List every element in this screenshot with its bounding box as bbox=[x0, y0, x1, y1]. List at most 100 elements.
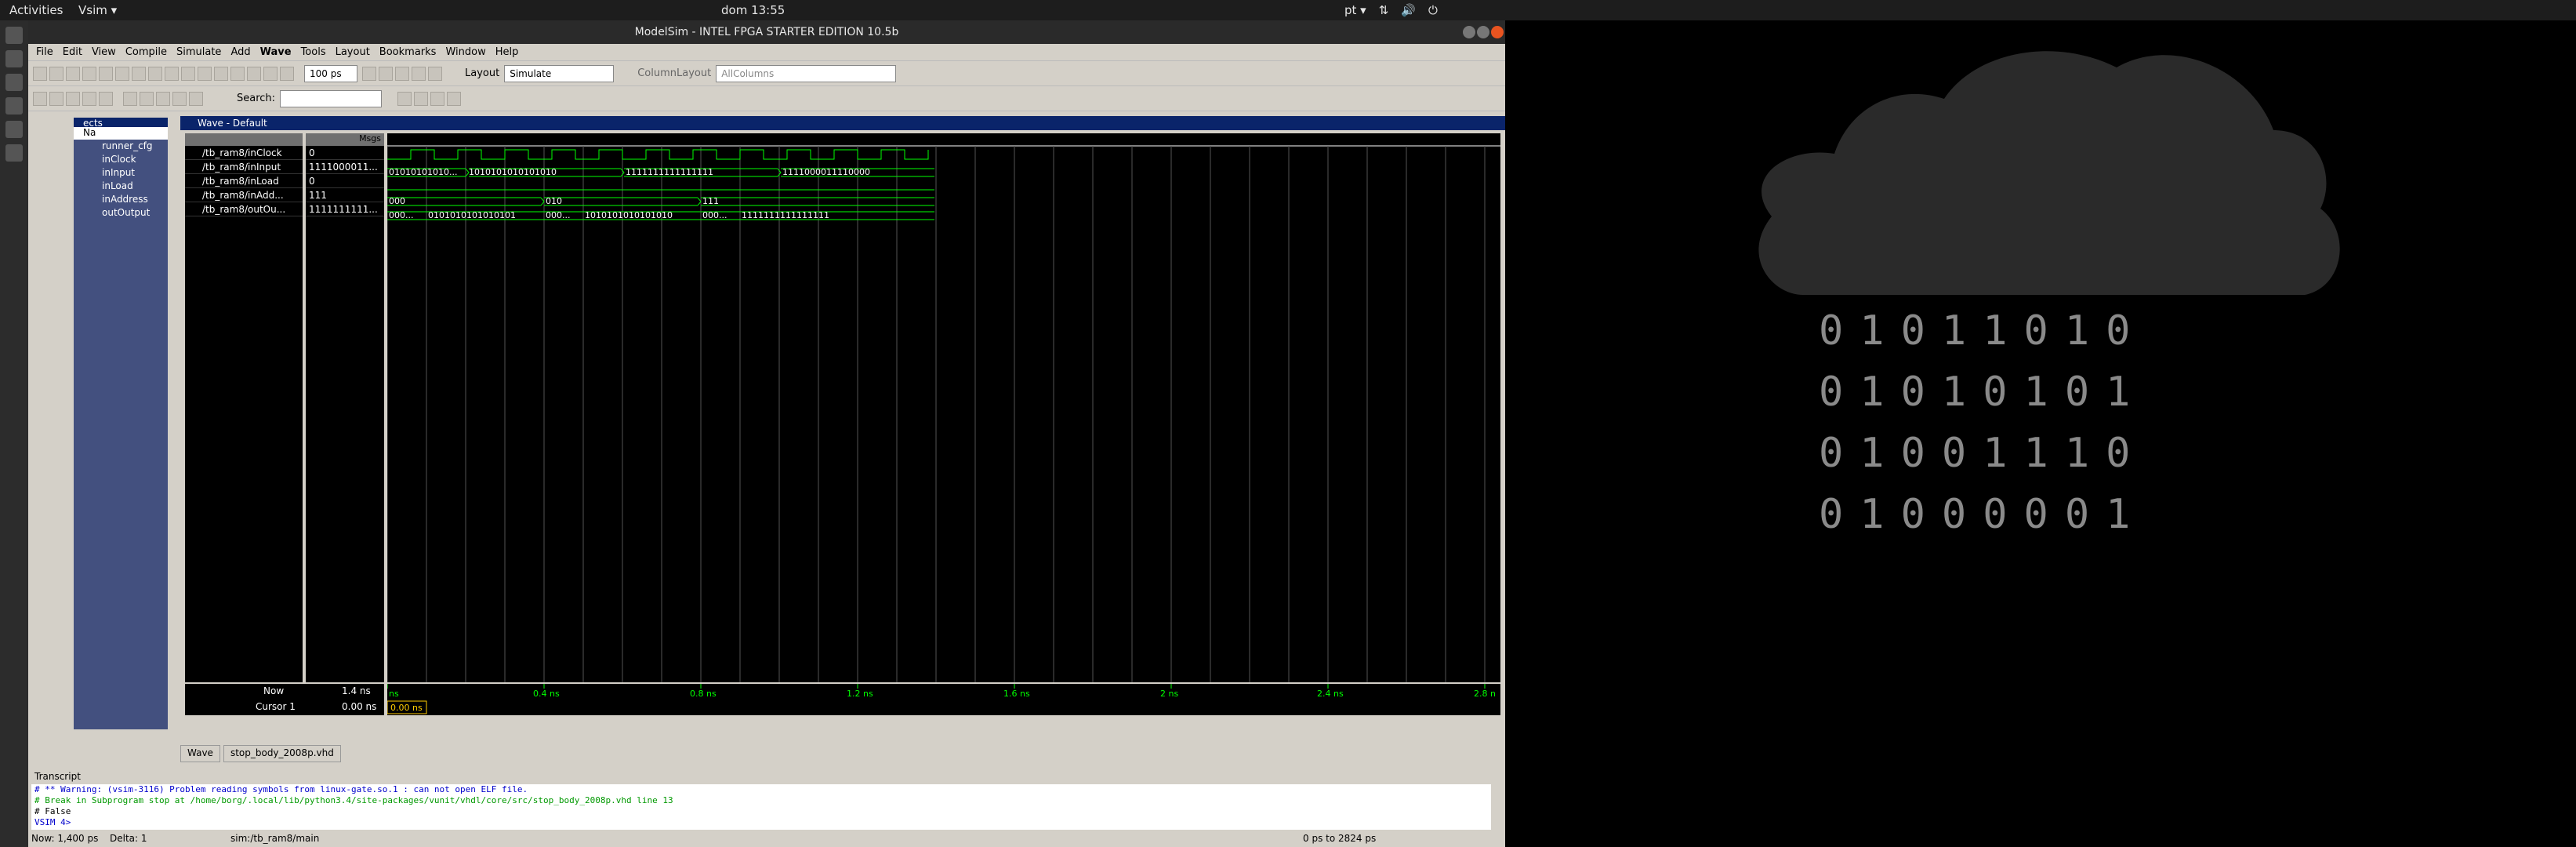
menu-layout[interactable]: Layout bbox=[331, 44, 375, 60]
maximize-icon[interactable] bbox=[1477, 26, 1489, 38]
activities-button[interactable]: Activities bbox=[9, 3, 63, 17]
menu-help[interactable]: Help bbox=[491, 44, 524, 60]
signal-name[interactable]: /tb_ram8/inInput bbox=[185, 160, 303, 174]
list-item[interactable]: inLoad bbox=[74, 180, 168, 193]
signal-value: 111 bbox=[306, 188, 384, 202]
stop-icon[interactable] bbox=[428, 66, 442, 81]
save-icon[interactable] bbox=[66, 66, 80, 81]
msgs-header: Msgs bbox=[306, 133, 384, 146]
binary-row: 01001110 bbox=[1819, 430, 2147, 477]
layout-label: Layout bbox=[465, 67, 500, 79]
copy-icon[interactable] bbox=[132, 66, 146, 81]
chrome-icon[interactable] bbox=[5, 50, 23, 67]
menu-wave[interactable]: Wave bbox=[256, 44, 296, 60]
zoom-mode-icon[interactable] bbox=[140, 91, 154, 106]
wave-tool-icon[interactable] bbox=[82, 91, 96, 106]
tab-wave[interactable]: Wave bbox=[180, 745, 220, 762]
run-all-icon[interactable] bbox=[362, 66, 376, 81]
menu-file[interactable]: File bbox=[31, 44, 58, 60]
step-icon[interactable] bbox=[379, 66, 393, 81]
run-length-field[interactable]: 100 ps bbox=[304, 64, 357, 82]
list-item[interactable]: inAddress bbox=[74, 193, 168, 206]
wave-tool-icon[interactable] bbox=[66, 91, 80, 106]
reload-icon[interactable] bbox=[82, 66, 96, 81]
undo-icon[interactable] bbox=[165, 66, 179, 81]
objects-col-header[interactable]: Na bbox=[74, 127, 168, 140]
ruler-svg: ns 0.4 ns 0.8 ns 1.2 ns 1.6 ns 2 ns 2.4 ns 2.8 … bbox=[386, 684, 1496, 714]
inclock-trace bbox=[387, 149, 929, 160]
status-now: Now: 1,400 ps bbox=[31, 833, 99, 844]
search-input[interactable] bbox=[280, 89, 383, 107]
wave-tool-icon[interactable] bbox=[99, 91, 113, 106]
run-icon[interactable] bbox=[263, 66, 278, 81]
redo-icon[interactable] bbox=[181, 66, 195, 81]
minimize-icon[interactable] bbox=[1463, 26, 1475, 38]
transcript-prompt[interactable]: VSIM 4> bbox=[34, 817, 1491, 828]
columnlayout-select[interactable]: AllColumns bbox=[716, 64, 897, 82]
menu-add[interactable]: Add bbox=[226, 44, 255, 60]
list-item[interactable]: outOutput bbox=[74, 206, 168, 220]
zoom-out-icon[interactable] bbox=[414, 91, 429, 106]
layout-select[interactable]: Simulate bbox=[504, 64, 615, 82]
compile-icon[interactable] bbox=[214, 66, 228, 81]
signal-name[interactable]: /tb_ram8/inClock bbox=[185, 146, 303, 160]
cursor-label[interactable]: Cursor 1 bbox=[256, 701, 296, 712]
step-over-icon[interactable] bbox=[395, 66, 409, 81]
zoom-cursor-icon[interactable] bbox=[447, 91, 462, 106]
menu-simulate[interactable]: Simulate bbox=[172, 44, 226, 60]
edge-prev-icon[interactable] bbox=[172, 91, 187, 106]
signal-value: 1111111111... bbox=[306, 202, 384, 216]
close-icon[interactable] bbox=[1491, 26, 1504, 38]
open-icon[interactable] bbox=[49, 66, 63, 81]
signal-name[interactable]: /tb_ram8/inAdd... bbox=[185, 188, 303, 202]
status-bar: Now: 1,400 ps Delta: 1 sim:/tb_ram8/main… bbox=[28, 830, 1505, 847]
new-icon[interactable] bbox=[33, 66, 47, 81]
menu-edit[interactable]: Edit bbox=[58, 44, 87, 60]
menu-tools[interactable]: Tools bbox=[296, 44, 331, 60]
language-indicator[interactable]: pt ▾ bbox=[1344, 3, 1366, 17]
list-item[interactable]: runner_cfg bbox=[74, 140, 168, 153]
compile-all-icon[interactable] bbox=[230, 66, 245, 81]
zoom-in-icon[interactable] bbox=[397, 91, 412, 106]
restart-icon[interactable] bbox=[247, 66, 261, 81]
find-icon[interactable] bbox=[198, 66, 212, 81]
ininput-label: 1111111111111111 bbox=[626, 167, 713, 177]
files-icon[interactable] bbox=[5, 27, 23, 44]
menu-view[interactable]: View bbox=[87, 44, 121, 60]
inaddress-label: 000 bbox=[389, 196, 405, 206]
zoom-full-icon[interactable] bbox=[430, 91, 445, 106]
wave-tool-icon[interactable] bbox=[49, 91, 63, 106]
wave-tool-icon[interactable] bbox=[33, 91, 47, 106]
print-icon[interactable] bbox=[99, 66, 113, 81]
signal-name[interactable]: /tb_ram8/outOu... bbox=[185, 202, 303, 216]
objects-pane: ects Na runner_cfg inClock inInput inLoa… bbox=[28, 116, 172, 743]
select-mode-icon[interactable] bbox=[123, 91, 137, 106]
wave-title: Wave - Default bbox=[180, 116, 1505, 130]
menu-compile[interactable]: Compile bbox=[121, 44, 172, 60]
break-icon[interactable] bbox=[280, 66, 294, 81]
terminal-icon[interactable] bbox=[5, 97, 23, 115]
binary-digits: 01011010 01010101 01001110 01000001 bbox=[1819, 307, 2146, 538]
time-ruler[interactable]: ns 0.4 ns 0.8 ns 1.2 ns 1.6 ns 2 ns 2.4 ns 2.8 … bbox=[386, 684, 1500, 715]
menu-bookmarks[interactable]: Bookmarks bbox=[375, 44, 441, 60]
cursor-box-label: 0.00 ns bbox=[390, 703, 423, 713]
modelsim-icon[interactable] bbox=[5, 144, 23, 162]
list-item[interactable]: inClock bbox=[74, 153, 168, 166]
signal-name[interactable]: /tb_ram8/inLoad bbox=[185, 174, 303, 188]
transcript-console[interactable]: # ** Warning: (vsim-3116) Problem readin… bbox=[31, 784, 1491, 830]
waveform-canvas[interactable]: 01010101010... 1010101010101010 11111111… bbox=[386, 133, 1500, 682]
menu-window[interactable]: Window bbox=[441, 44, 490, 60]
status-delta: Delta: 1 bbox=[110, 833, 147, 844]
edge-next-icon[interactable] bbox=[189, 91, 203, 106]
app-menu[interactable]: Vsim ▾ bbox=[78, 3, 117, 17]
vscode-icon[interactable] bbox=[5, 74, 23, 91]
clock[interactable]: dom 13:55 bbox=[721, 3, 785, 17]
app-icon[interactable] bbox=[5, 121, 23, 138]
list-item[interactable]: inInput bbox=[74, 166, 168, 180]
continue-icon[interactable] bbox=[412, 66, 426, 81]
system-tray[interactable]: pt ▾ ⇅ 🔊 ⏻ bbox=[1344, 3, 1438, 17]
tab-source[interactable]: stop_body_2008p.vhd bbox=[223, 745, 341, 762]
paste-icon[interactable] bbox=[148, 66, 162, 81]
cut-icon[interactable] bbox=[115, 66, 129, 81]
edit-mode-icon[interactable] bbox=[156, 91, 170, 106]
